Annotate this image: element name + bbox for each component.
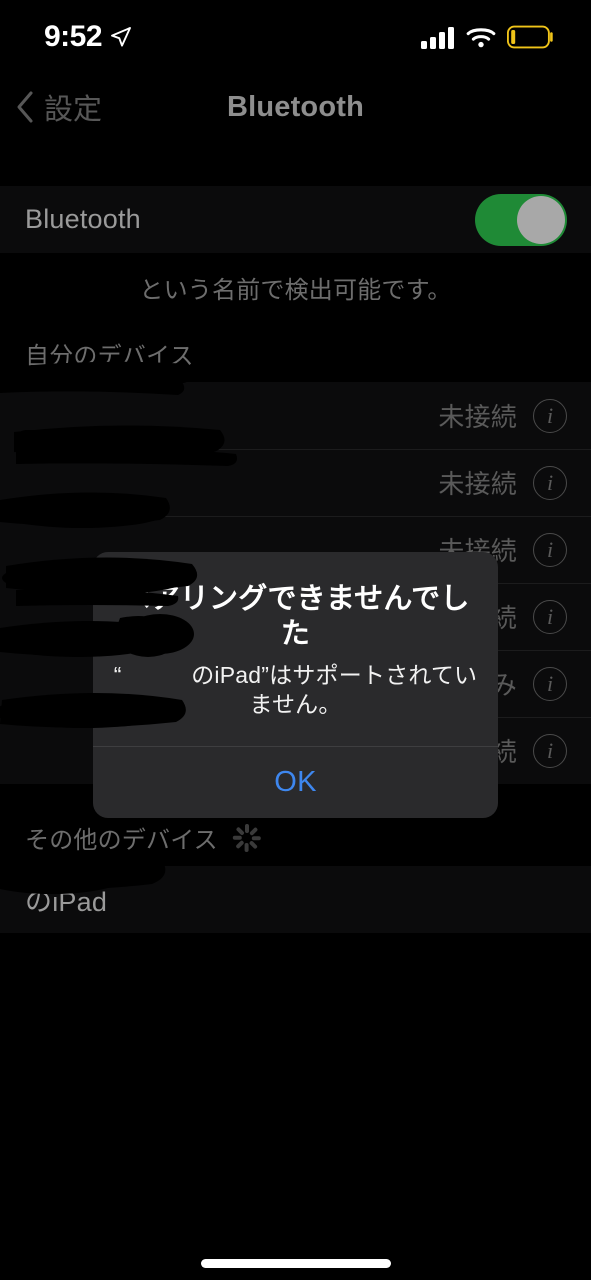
- alert-title: ペアリングできませんでした: [121, 583, 470, 650]
- battery-low-power-icon: [507, 25, 553, 49]
- chevron-left-icon: [17, 91, 33, 123]
- alert-ok-button[interactable]: OK: [93, 747, 498, 818]
- bluetooth-toggle-right: [475, 193, 567, 246]
- status-bar: 9:52: [0, 0, 591, 74]
- info-circle-icon[interactable]: i: [533, 666, 567, 701]
- bluetooth-toggle-label: Bluetooth: [25, 204, 141, 234]
- row-accessory: 未接続 i: [438, 397, 567, 434]
- info-circle-icon[interactable]: i: [533, 599, 567, 634]
- navigation-bar: Bluetooth 設定: [0, 74, 591, 140]
- location-arrow-icon: [111, 27, 131, 47]
- home-indicator: [200, 1259, 391, 1268]
- table-row[interactable]: 未接続 i: [0, 449, 591, 517]
- my-devices-header: 自分のデバイス: [0, 306, 591, 382]
- bluetooth-toggle-group: Bluetooth: [0, 186, 591, 253]
- bluetooth-switch-knob: [517, 195, 565, 244]
- other-devices-header-label: その他のデバイス: [25, 827, 218, 855]
- bluetooth-toggle-row[interactable]: Bluetooth: [0, 186, 591, 253]
- content-top-gap: [0, 140, 591, 186]
- back-button[interactable]: 設定: [14, 74, 102, 140]
- info-circle-icon[interactable]: i: [533, 532, 567, 567]
- other-devices-group: のiPad: [0, 866, 591, 934]
- status-bar-clock: 9:52: [44, 20, 103, 53]
- info-circle-icon[interactable]: i: [533, 398, 567, 433]
- iphone-screen: 9:52 Bluetooth 設定 Bluetooth という名前で検出可能です…: [0, 0, 591, 1280]
- wifi-icon: [466, 28, 496, 48]
- bluetooth-switch[interactable]: [475, 193, 567, 246]
- back-button-label: 設定: [44, 94, 103, 126]
- row-accessory: 未接続 i: [438, 464, 567, 501]
- activity-spinner-icon: [232, 823, 262, 853]
- discoverable-footer-text: という名前で検出可能です。: [139, 277, 452, 304]
- status-bar-left: 9:52: [44, 20, 133, 54]
- status-badge: 未接続: [438, 402, 517, 433]
- table-row[interactable]: 未接続 i: [0, 382, 591, 450]
- alert-body: ペアリングできませんでした “ のiPad”はサポートされていません。: [93, 552, 498, 746]
- alert-message: “ のiPad”はサポートされていません。: [113, 661, 478, 718]
- status-bar-right: [421, 25, 555, 49]
- info-circle-icon[interactable]: i: [533, 465, 567, 500]
- table-row[interactable]: のiPad: [0, 866, 591, 934]
- cellular-bars-icon: [421, 27, 454, 49]
- my-devices-header-label: 自分のデバイス: [25, 343, 194, 371]
- pairing-failed-alert: ペアリングできませんでした “ のiPad”はサポートされていません。 OK: [93, 552, 498, 819]
- info-circle-icon[interactable]: i: [533, 733, 567, 768]
- device-name: のiPad: [25, 887, 108, 918]
- status-badge: 未接続: [438, 469, 517, 500]
